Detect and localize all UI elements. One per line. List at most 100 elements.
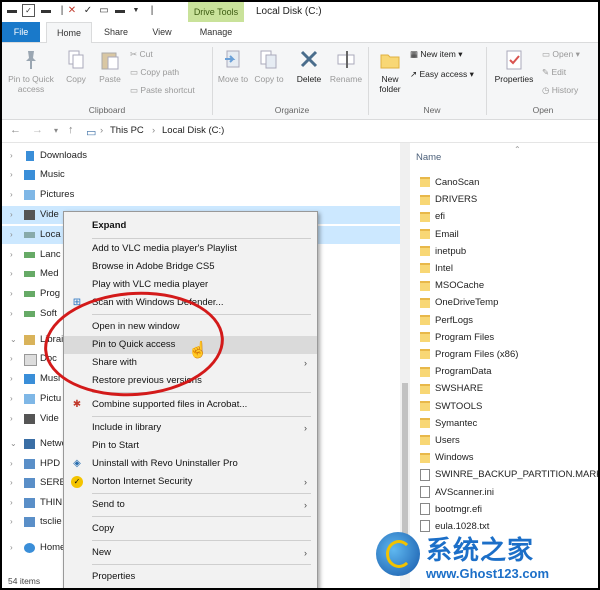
check-icon[interactable]: ✓ <box>82 5 94 17</box>
menu-item-new[interactable]: New › <box>64 544 317 562</box>
menu-item-revo[interactable]: ◈ Uninstall with Revo Uninstaller Pro <box>64 455 317 473</box>
file-row[interactable]: Program Files <box>420 329 494 346</box>
file-row[interactable]: Email <box>420 226 459 243</box>
menu-label: Browse in Adobe Bridge CS5 <box>92 261 215 272</box>
menu-label: Norton Internet Security <box>92 476 193 487</box>
chevron-right-icon[interactable]: › <box>10 455 13 473</box>
new-item-button[interactable]: ▦ New item ▾ <box>410 49 462 60</box>
menu-item-vlc-play[interactable]: Play with VLC media player <box>64 276 317 294</box>
chevron-right-icon[interactable]: › <box>10 206 13 224</box>
chevron-right-icon[interactable]: › <box>10 147 13 165</box>
file-row[interactable]: Users <box>420 432 460 449</box>
file-row[interactable]: inetpub <box>420 243 466 260</box>
rename-button[interactable]: Rename <box>328 49 364 84</box>
new-folder-button[interactable]: New folder <box>372 49 408 94</box>
chevron-right-icon[interactable]: › <box>10 265 13 283</box>
new-item-icon: ▦ <box>410 49 421 59</box>
file-row[interactable]: CanoScan <box>420 174 479 191</box>
chevron-right-icon[interactable]: › <box>10 390 13 408</box>
cut-button[interactable]: ✂ Cut <box>130 49 153 60</box>
menu-item-pin-start[interactable]: Pin to Start <box>64 437 317 455</box>
move-to-button[interactable]: Move to <box>216 49 250 84</box>
nav-item-music[interactable]: › Music <box>2 166 400 184</box>
file-row[interactable]: OneDriveTemp <box>420 294 498 311</box>
file-row[interactable]: SWSHARE <box>420 380 483 397</box>
properties-icon[interactable]: ▭ <box>98 5 110 17</box>
checkbox-icon[interactable]: ✓ <box>22 4 35 17</box>
file-row[interactable]: PerfLogs <box>420 312 473 329</box>
back-arrow-icon[interactable]: ← <box>10 124 21 136</box>
tab-manage[interactable]: Manage <box>188 22 244 42</box>
chevron-right-icon[interactable]: › <box>10 226 13 244</box>
menu-item-send-to[interactable]: Send to › <box>64 496 317 514</box>
nav-item-downloads[interactable]: › Downloads <box>2 147 400 165</box>
chevron-right-icon[interactable]: › <box>10 246 13 264</box>
file-row[interactable]: efi <box>420 208 445 225</box>
paste-button[interactable]: Paste <box>94 49 126 84</box>
paste-shortcut-button[interactable]: ▭ Paste shortcut <box>130 85 195 96</box>
copy-button[interactable]: Copy <box>62 49 90 84</box>
explorer-icon[interactable]: ▬ <box>6 5 18 17</box>
menu-item-acrobat[interactable]: ✱ Combine supported files in Acrobat... <box>64 396 317 414</box>
chevron-right-icon[interactable]: › <box>10 305 13 323</box>
file-row[interactable]: DRIVERS <box>420 191 477 208</box>
vertical-scrollbar[interactable] <box>400 143 410 588</box>
folder-icon[interactable]: ▬ <box>114 5 126 17</box>
file-row[interactable]: SWTOOLS <box>420 398 482 415</box>
file-row[interactable]: SWINRE_BACKUP_PARTITION.MARKER <box>420 466 598 483</box>
tab-file[interactable]: File <box>2 22 40 42</box>
menu-item-copy[interactable]: Copy <box>64 520 317 538</box>
file-row[interactable]: MSOCache <box>420 277 484 294</box>
chevron-down-icon[interactable]: ⌄ <box>10 331 17 349</box>
recent-chevron-icon[interactable]: ▾ <box>54 126 58 135</box>
breadcrumb-local-disk[interactable]: Local Disk (C:) <box>162 125 224 136</box>
nav-item-pictures[interactable]: › Pictures <box>2 186 400 204</box>
chevron-right-icon[interactable]: › <box>10 474 13 492</box>
open-button[interactable]: ▭ Open ▾ <box>542 49 580 60</box>
chevron-right-icon[interactable]: › <box>10 186 13 204</box>
sort-chevron-icon[interactable]: ⌃ <box>514 145 521 154</box>
name-column-header[interactable]: Name <box>416 152 441 163</box>
menu-item-properties[interactable]: Properties <box>64 568 317 586</box>
undo-icon[interactable]: ▬ <box>40 5 52 17</box>
dropdown-icon[interactable]: ▼ <box>130 5 142 17</box>
menu-item-vlc-playlist[interactable]: Add to VLC media player's Playlist <box>64 240 317 258</box>
file-row[interactable]: Symantec <box>420 415 477 432</box>
copy-path-button[interactable]: ▭ Copy path <box>130 67 179 78</box>
chevron-right-icon[interactable]: › <box>10 539 13 557</box>
up-arrow-icon[interactable]: ↑ <box>68 124 74 136</box>
close-x-icon[interactable]: ✕ <box>66 5 78 17</box>
chevron-right-icon[interactable]: › <box>10 350 13 368</box>
tab-share[interactable]: Share <box>94 22 138 42</box>
file-row[interactable]: Intel <box>420 260 453 277</box>
forward-arrow-icon[interactable]: → <box>32 124 43 136</box>
copy-to-button[interactable]: Copy to <box>252 49 286 84</box>
chevron-right-icon[interactable]: › <box>10 285 13 303</box>
scrollbar-thumb[interactable] <box>402 383 408 543</box>
edit-button[interactable]: ✎ Edit <box>542 67 566 78</box>
chevron-down-icon[interactable]: ⌄ <box>10 435 17 453</box>
chevron-right-icon[interactable]: › <box>10 166 13 184</box>
menu-item-norton[interactable]: ✓ Norton Internet Security › <box>64 473 317 491</box>
history-button[interactable]: ◷ History <box>542 85 578 96</box>
tab-home[interactable]: Home <box>46 22 92 44</box>
file-row[interactable]: AVScanner.ini <box>420 484 494 501</box>
easy-access-button[interactable]: ↗ Easy access ▾ <box>410 69 474 80</box>
file-row[interactable]: ProgramData <box>420 363 492 380</box>
file-row[interactable]: Windows <box>420 449 474 466</box>
chevron-right-icon[interactable]: › <box>10 370 13 388</box>
properties-button[interactable]: Properties <box>490 49 538 84</box>
delete-button[interactable]: Delete <box>290 49 328 84</box>
breadcrumb-this-pc[interactable]: This PC <box>110 125 144 136</box>
drive-tools-tab[interactable]: Drive Tools <box>188 2 244 22</box>
chevron-right-icon[interactable]: › <box>10 513 13 531</box>
tab-view[interactable]: View <box>142 22 182 42</box>
chevron-right-icon[interactable]: › <box>10 410 13 428</box>
menu-item-include-library[interactable]: Include in library › <box>64 419 317 437</box>
pin-quick-access-button[interactable]: Pin to Quick access <box>4 49 58 94</box>
menu-item-expand[interactable]: Expand <box>64 217 317 235</box>
chevron-right-icon[interactable]: › <box>10 494 13 512</box>
menu-item-adobe-bridge[interactable]: Browse in Adobe Bridge CS5 <box>64 258 317 276</box>
file-row[interactable]: Program Files (x86) <box>420 346 518 363</box>
file-row[interactable]: bootmgr.efi <box>420 501 482 518</box>
